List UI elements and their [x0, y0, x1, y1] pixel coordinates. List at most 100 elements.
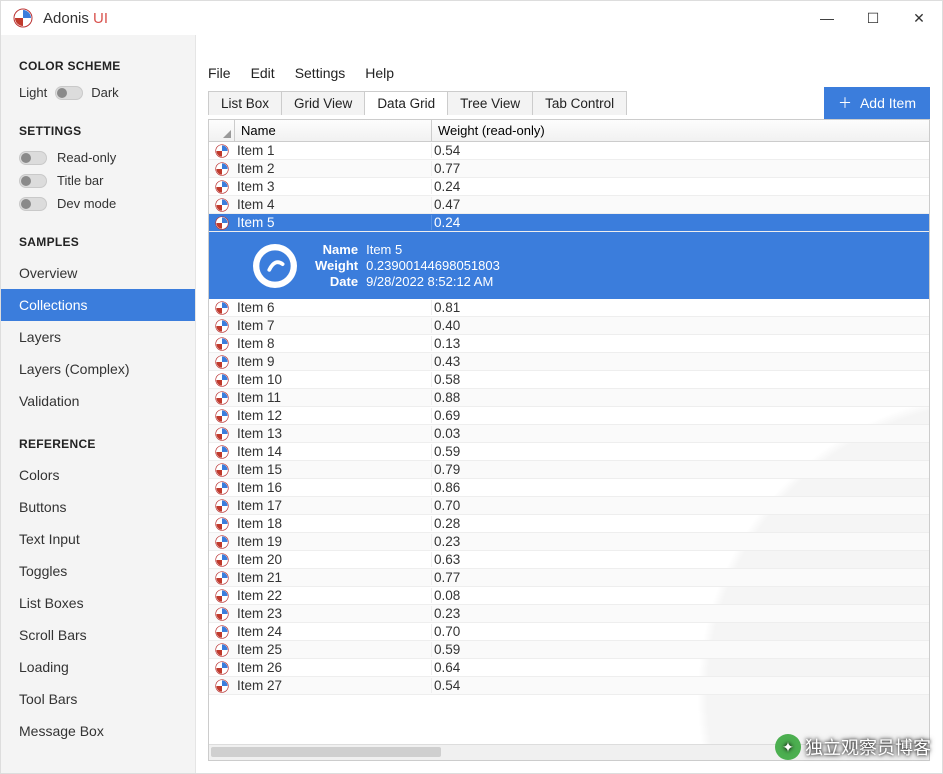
menu-file[interactable]: File — [208, 65, 231, 81]
sidebar-item-validation[interactable]: Validation — [1, 385, 195, 417]
close-button[interactable]: ✕ — [896, 1, 942, 35]
menu-settings[interactable]: Settings — [295, 65, 346, 81]
cell-name: Item 2 — [235, 161, 432, 176]
table-row[interactable]: Item 140.59 — [209, 443, 929, 461]
table-row[interactable]: Item 10.54 — [209, 142, 929, 160]
setting-toggle-1[interactable] — [19, 174, 47, 188]
table-row[interactable]: Item 260.64 — [209, 659, 929, 677]
grid-header: Name Weight (read-only) — [209, 120, 929, 142]
row-icon — [209, 391, 235, 405]
tab-grid-view[interactable]: Grid View — [282, 92, 365, 115]
setting-label: Read-only — [57, 150, 116, 165]
settings-title: SETTINGS — [1, 118, 195, 146]
sidebar-item-toggles[interactable]: Toggles — [1, 555, 195, 587]
row-icon — [209, 373, 235, 387]
cell-weight: 0.47 — [432, 197, 929, 212]
row-icon — [209, 319, 235, 333]
cell-name: Item 19 — [235, 534, 432, 549]
minimize-button[interactable]: — — [804, 1, 850, 35]
sidebar-item-colors[interactable]: Colors — [1, 459, 195, 491]
row-icon — [209, 571, 235, 585]
cell-weight: 0.08 — [432, 588, 929, 603]
add-item-button[interactable]: ＋ Add Item — [824, 87, 930, 119]
table-row[interactable]: Item 150.79 — [209, 461, 929, 479]
sidebar-item-message-box[interactable]: Message Box — [1, 715, 195, 747]
cell-name: Item 24 — [235, 624, 432, 639]
maximize-button[interactable]: ☐ — [850, 1, 896, 35]
sidebar-item-collections[interactable]: Collections — [1, 289, 195, 321]
titlebar[interactable]: Adonis UI — ☐ ✕ — [1, 1, 942, 35]
table-row[interactable]: Item 80.13 — [209, 335, 929, 353]
sidebar-item-overview[interactable]: Overview — [1, 257, 195, 289]
cell-weight: 0.43 — [432, 354, 929, 369]
cell-name: Item 15 — [235, 462, 432, 477]
table-row[interactable]: Item 200.63 — [209, 551, 929, 569]
table-row[interactable]: Item 250.59 — [209, 641, 929, 659]
column-header-name[interactable]: Name — [235, 120, 432, 141]
tab-data-grid[interactable]: Data Grid — [365, 92, 448, 115]
color-scheme-toggle-row: Light Dark — [1, 81, 195, 104]
horizontal-scrollbar[interactable] — [209, 744, 929, 760]
table-row[interactable]: Item 190.23 — [209, 533, 929, 551]
table-row[interactable]: Item 160.86 — [209, 479, 929, 497]
add-item-label: Add Item — [860, 95, 916, 111]
cell-weight: 0.70 — [432, 624, 929, 639]
detail-name-key: Name — [315, 242, 358, 257]
plus-icon: ＋ — [838, 93, 852, 113]
grid-body[interactable]: Item 10.54Item 20.77Item 30.24Item 40.47… — [209, 142, 929, 744]
table-row[interactable]: Item 210.77 — [209, 569, 929, 587]
table-row[interactable]: Item 220.08 — [209, 587, 929, 605]
row-icon — [209, 445, 235, 459]
sidebar-item-tool-bars[interactable]: Tool Bars — [1, 683, 195, 715]
column-header-weight[interactable]: Weight (read-only) — [432, 120, 929, 141]
cell-weight: 0.77 — [432, 161, 929, 176]
color-scheme-toggle[interactable] — [55, 86, 83, 100]
table-row[interactable]: Item 180.28 — [209, 515, 929, 533]
cell-weight: 0.28 — [432, 516, 929, 531]
table-row[interactable]: Item 110.88 — [209, 389, 929, 407]
sidebar-item-loading[interactable]: Loading — [1, 651, 195, 683]
sidebar-item-buttons[interactable]: Buttons — [1, 491, 195, 523]
table-row[interactable]: Item 70.40 — [209, 317, 929, 335]
detail-name-val: Item 5 — [366, 242, 500, 257]
row-icon — [209, 180, 235, 194]
tab-tab-control[interactable]: Tab Control — [533, 92, 626, 115]
cell-name: Item 14 — [235, 444, 432, 459]
sidebar-item-list-boxes[interactable]: List Boxes — [1, 587, 195, 619]
table-row[interactable]: Item 170.70 — [209, 497, 929, 515]
app-window: Adonis UI — ☐ ✕ COLOR SCHEME Light Dark … — [0, 0, 943, 774]
sidebar-item-layers-complex-[interactable]: Layers (Complex) — [1, 353, 195, 385]
cell-name: Item 6 — [235, 300, 432, 315]
table-row[interactable]: Item 50.24 — [209, 214, 929, 232]
row-detail-panel: NameItem 5Weight0.23900144698051803Date9… — [209, 232, 929, 299]
scheme-dark-label: Dark — [91, 85, 118, 100]
tab-list-box[interactable]: List Box — [209, 92, 282, 115]
select-all-handle[interactable] — [209, 120, 235, 141]
setting-toggle-2[interactable] — [19, 197, 47, 211]
row-icon — [209, 607, 235, 621]
detail-date-key: Date — [315, 274, 358, 289]
table-row[interactable]: Item 30.24 — [209, 178, 929, 196]
setting-toggle-0[interactable] — [19, 151, 47, 165]
table-row[interactable]: Item 60.81 — [209, 299, 929, 317]
table-row[interactable]: Item 270.54 — [209, 677, 929, 695]
table-row[interactable]: Item 100.58 — [209, 371, 929, 389]
menu-help[interactable]: Help — [365, 65, 394, 81]
table-row[interactable]: Item 230.23 — [209, 605, 929, 623]
tab-tree-view[interactable]: Tree View — [448, 92, 533, 115]
table-row[interactable]: Item 40.47 — [209, 196, 929, 214]
sidebar-item-scroll-bars[interactable]: Scroll Bars — [1, 619, 195, 651]
menu-edit[interactable]: Edit — [251, 65, 275, 81]
row-icon — [209, 216, 235, 230]
table-row[interactable]: Item 130.03 — [209, 425, 929, 443]
sidebar-item-text-input[interactable]: Text Input — [1, 523, 195, 555]
detail-weight-key: Weight — [315, 258, 358, 273]
table-row[interactable]: Item 90.43 — [209, 353, 929, 371]
sidebar-item-layers[interactable]: Layers — [1, 321, 195, 353]
main-content: FileEditSettingsHelp List BoxGrid ViewDa… — [196, 35, 942, 773]
table-row[interactable]: Item 120.69 — [209, 407, 929, 425]
table-row[interactable]: Item 20.77 — [209, 160, 929, 178]
table-row[interactable]: Item 240.70 — [209, 623, 929, 641]
data-grid[interactable]: Name Weight (read-only) Item 10.54Item 2… — [208, 119, 930, 761]
row-icon — [209, 661, 235, 675]
